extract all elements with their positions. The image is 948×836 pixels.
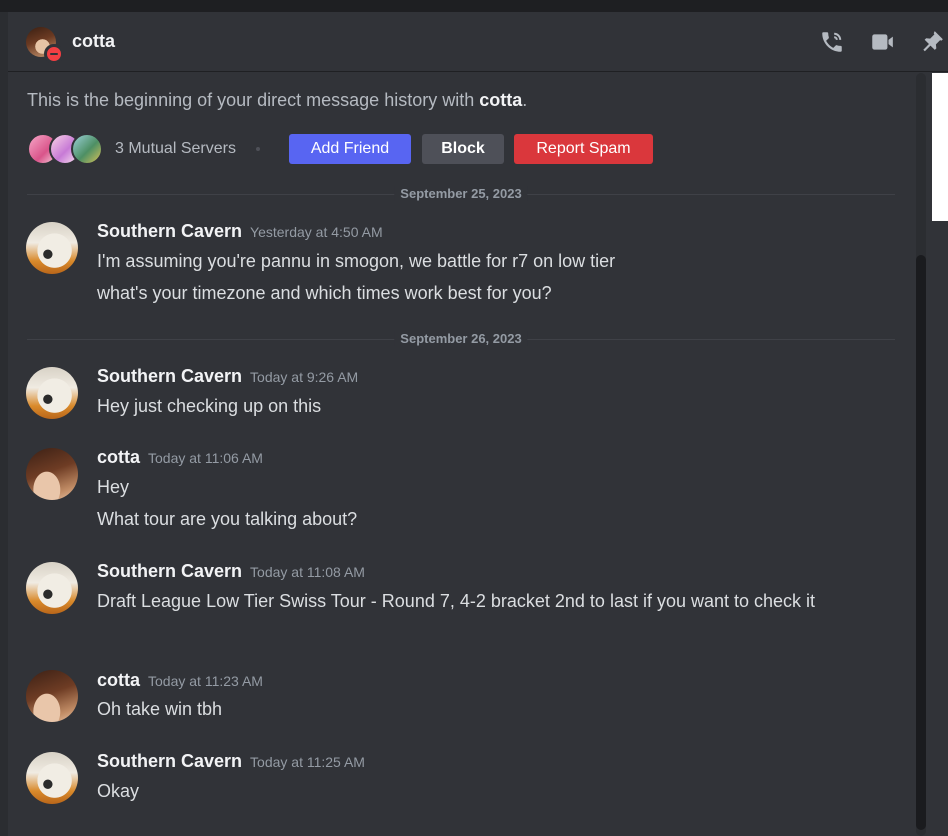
message-text: Hey: [97, 477, 130, 497]
message-timestamp: Today at 11:06 AM: [148, 450, 263, 466]
dnd-status-icon: [44, 44, 64, 64]
block-button[interactable]: Block: [422, 134, 504, 164]
date-divider: September 25, 2023: [27, 186, 895, 201]
message-timestamp: Today at 11:25 AM: [250, 754, 365, 770]
message-timestamp: Today at 11:23 AM: [148, 673, 263, 689]
author-name[interactable]: Southern Cavern: [97, 561, 242, 581]
report-spam-button[interactable]: Report Spam: [514, 134, 653, 164]
message-text: What tour are you talking about?: [97, 509, 358, 529]
date-divider-label: September 26, 2023: [394, 331, 528, 346]
message-author[interactable]: Southern Cavern Yesterday at 4:50 AM: [97, 221, 383, 242]
mutual-servers[interactable]: 3 Mutual Servers: [27, 133, 260, 165]
intro-prefix: This is the beginning of your direct mes…: [27, 90, 480, 110]
left-panel-edge: [0, 12, 8, 836]
message-author[interactable]: cotta Today at 11:06 AM: [97, 447, 263, 468]
header-username[interactable]: cotta: [72, 31, 115, 52]
avatar[interactable]: [26, 752, 78, 804]
adjacent-window-edge-dark: [932, 221, 948, 836]
author-name[interactable]: Southern Cavern: [97, 221, 242, 241]
message-text: Okay: [97, 781, 140, 801]
adjacent-window-edge: [932, 73, 948, 221]
avatar[interactable]: [26, 448, 78, 500]
window-top-strip: [0, 0, 948, 12]
intro-suffix: .: [522, 90, 528, 110]
pin-icon[interactable]: [916, 26, 948, 58]
message-text: what's your timezone and which times wor…: [97, 283, 552, 303]
author-name[interactable]: Southern Cavern: [97, 366, 242, 386]
message-author[interactable]: cotta Today at 11:23 AM: [97, 670, 263, 691]
mutual-server-icon[interactable]: [71, 133, 103, 165]
dm-header: cotta: [8, 12, 948, 72]
avatar[interactable]: [26, 670, 78, 722]
header-toolbar: [798, 26, 948, 58]
dm-intro-text: This is the beginning of your direct mes…: [27, 90, 527, 111]
author-name[interactable]: cotta: [97, 447, 140, 467]
date-divider: September 26, 2023: [27, 331, 895, 346]
date-divider-label: September 25, 2023: [394, 186, 528, 201]
message-text: Hey just checking up on this: [97, 396, 322, 416]
avatar[interactable]: [26, 562, 78, 614]
author-name[interactable]: Southern Cavern: [97, 751, 242, 771]
message-timestamp: Today at 9:26 AM: [250, 369, 359, 385]
message-author[interactable]: Southern Cavern Today at 11:25 AM: [97, 751, 365, 772]
avatar[interactable]: [26, 367, 78, 419]
phone-call-icon[interactable]: [816, 26, 848, 58]
scrollbar-thumb[interactable]: [916, 255, 926, 830]
mutual-servers-label[interactable]: 3 Mutual Servers: [115, 140, 236, 158]
message-author[interactable]: Southern Cavern Today at 11:08 AM: [97, 561, 365, 582]
video-camera-icon[interactable]: [866, 26, 898, 58]
add-friend-button[interactable]: Add Friend: [289, 134, 411, 164]
separator-dot: [255, 147, 260, 151]
message-text: I'm assuming you're pannu in smogon, we …: [97, 251, 616, 271]
message-author[interactable]: Southern Cavern Today at 9:26 AM: [97, 366, 358, 387]
intro-username: cotta: [479, 90, 523, 110]
message-timestamp: Yesterday at 4:50 AM: [250, 224, 383, 240]
message-text: Draft League Low Tier Swiss Tour - Round…: [97, 591, 816, 611]
avatar[interactable]: [26, 222, 78, 274]
author-name[interactable]: cotta: [97, 670, 140, 690]
message-text: Oh take win tbh: [97, 699, 223, 719]
message-timestamp: Today at 11:08 AM: [250, 564, 365, 580]
